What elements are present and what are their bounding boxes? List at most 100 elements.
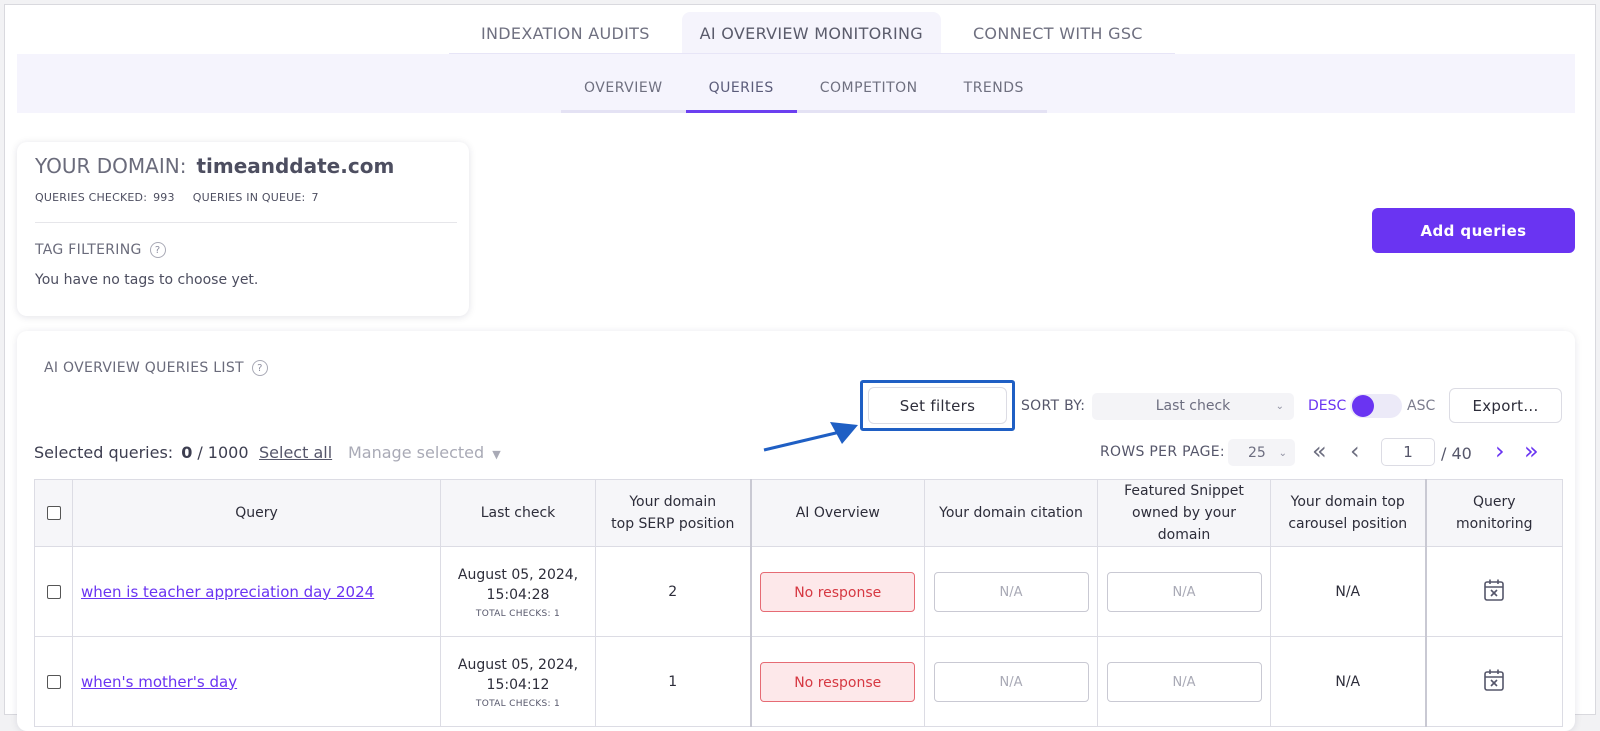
caret-down-icon: ▼ bbox=[492, 448, 501, 461]
set-filters-button[interactable]: Set filters bbox=[868, 387, 1007, 424]
total-checks: TOTAL CHECKS: 1 bbox=[475, 698, 561, 709]
select-all-checkbox[interactable] bbox=[46, 506, 61, 520]
last-check-cell: August 05, 2024, 15:04:12 TOTAL CHECKS: … bbox=[440, 636, 596, 727]
header-last-check[interactable]: Last check bbox=[440, 479, 596, 547]
header-ai-overview[interactable]: AI Overview bbox=[749, 479, 925, 547]
last-check-date: August 05, 2024, bbox=[457, 566, 579, 583]
ai-overview-status-badge[interactable]: No response bbox=[760, 571, 916, 612]
sort-by-label: SORT BY: bbox=[1021, 398, 1086, 414]
last-page-icon[interactable]: » bbox=[1524, 436, 1539, 466]
header-snippet-line1: Featured Snippet bbox=[1124, 483, 1244, 499]
ai-overview-cell: No response bbox=[749, 546, 925, 637]
header-snippet-line2: owned by your domain bbox=[1132, 505, 1236, 543]
queries-list-title-text: AI OVERVIEW QUERIES LIST bbox=[44, 360, 244, 376]
prev-page-icon[interactable]: ‹ bbox=[1350, 436, 1360, 466]
citation-cell: N/A bbox=[924, 546, 1098, 637]
domain-title-label: YOUR DOMAIN: bbox=[35, 154, 187, 178]
calendar-remove-icon[interactable] bbox=[1483, 668, 1505, 692]
sort-order-toggle[interactable] bbox=[1350, 394, 1402, 418]
sort-asc-label[interactable]: ASC bbox=[1407, 398, 1435, 414]
sort-by-select[interactable]: Last check ⌄ bbox=[1092, 393, 1294, 420]
arrow-pointer-icon bbox=[763, 422, 858, 452]
subtab-overview[interactable]: OVERVIEW bbox=[561, 54, 686, 110]
subtab-queries[interactable]: QUERIES bbox=[685, 54, 797, 113]
last-check-cell: August 05, 2024, 15:04:28 TOTAL CHECKS: … bbox=[440, 546, 596, 637]
sub-tabs: OVERVIEW QUERIES COMPETITON TRENDS bbox=[561, 54, 1047, 113]
row-select-cell bbox=[34, 636, 73, 727]
domain-stats: QUERIES CHECKED: 993 QUERIES IN QUEUE: 7 bbox=[35, 191, 337, 204]
ai-overview-status-badge[interactable]: No response bbox=[760, 661, 916, 702]
snippet-cell: N/A bbox=[1097, 636, 1271, 727]
monitoring-cell bbox=[1424, 546, 1563, 637]
selected-queries-label: Selected queries: bbox=[34, 443, 174, 462]
help-icon[interactable]: ? bbox=[251, 360, 268, 376]
header-monitoring-line1: Query bbox=[1472, 494, 1516, 510]
row-checkbox[interactable] bbox=[46, 584, 61, 599]
table-header-row: Query Last check Your domain top SERP pos… bbox=[34, 479, 1563, 547]
header-serp-line2: top SERP position bbox=[611, 516, 735, 532]
citation-cell: N/A bbox=[924, 636, 1098, 727]
rows-per-page-label: ROWS PER PAGE: bbox=[1100, 444, 1225, 460]
header-serp-position[interactable]: Your domain top SERP position bbox=[595, 479, 751, 547]
manage-selected-dropdown[interactable]: Manage selected ▼ bbox=[348, 443, 501, 462]
tag-filtering-label: TAG FILTERING bbox=[35, 242, 142, 258]
rows-per-page-select[interactable]: 25 ⌄ bbox=[1228, 439, 1295, 466]
top-tabs: INDEXATION AUDITS AI OVERVIEW MONITORING… bbox=[449, 12, 1175, 58]
next-page-icon[interactable]: › bbox=[1495, 436, 1505, 466]
header-carousel-line2: carousel position bbox=[1288, 516, 1408, 532]
tag-filtering-empty-text: You have no tags to choose yet. bbox=[35, 272, 259, 288]
tab-ai-overview-monitoring[interactable]: AI OVERVIEW MONITORING bbox=[681, 12, 941, 58]
tab-indexation-audits[interactable]: INDEXATION AUDITS bbox=[449, 12, 682, 58]
header-monitoring-line2: monitoring bbox=[1456, 516, 1533, 532]
carousel-cell: N/A bbox=[1270, 636, 1426, 727]
queries-list-title: AI OVERVIEW QUERIES LIST ? bbox=[44, 360, 268, 376]
page-total: / 40 bbox=[1441, 444, 1472, 463]
subtab-competiton[interactable]: COMPETITON bbox=[797, 54, 941, 110]
last-check-date: August 05, 2024, bbox=[457, 656, 579, 673]
header-snippet[interactable]: Featured Snippet owned by your domain bbox=[1097, 479, 1271, 547]
tab-connect-with-gsc[interactable]: CONNECT WITH GSC bbox=[940, 12, 1175, 58]
header-monitoring[interactable]: Query monitoring bbox=[1424, 479, 1563, 547]
query-cell: when is teacher appreciation day 2024 bbox=[72, 546, 441, 637]
snippet-value: N/A bbox=[1106, 661, 1262, 702]
chevron-down-icon: ⌄ bbox=[1275, 401, 1284, 412]
citation-value: N/A bbox=[933, 661, 1089, 702]
last-check-time: 15:04:12 bbox=[486, 676, 550, 693]
last-check-time: 15:04:28 bbox=[486, 586, 550, 603]
queries-in-queue-value: 7 bbox=[311, 191, 319, 204]
subtab-trends[interactable]: TRENDS bbox=[941, 54, 1047, 110]
sort-by-value: Last check bbox=[1155, 398, 1231, 414]
calendar-remove-icon[interactable] bbox=[1483, 578, 1505, 602]
page-number-input[interactable] bbox=[1381, 438, 1435, 466]
queries-table: Query Last check Your domain top SERP pos… bbox=[34, 479, 1563, 727]
selected-queries: Selected queries: 0 / 1000 bbox=[34, 443, 249, 462]
help-icon[interactable]: ? bbox=[149, 242, 166, 258]
export-button[interactable]: Export... bbox=[1449, 388, 1562, 423]
header-query[interactable]: Query bbox=[72, 479, 441, 547]
sort-desc-label[interactable]: DESC bbox=[1308, 398, 1346, 414]
queries-checked-value: 993 bbox=[153, 191, 175, 204]
monitoring-cell bbox=[1424, 636, 1563, 727]
query-link[interactable]: when is teacher appreciation day 2024 bbox=[81, 583, 374, 601]
header-serp-line1: Your domain bbox=[629, 494, 717, 510]
query-link[interactable]: when's mother's day bbox=[81, 673, 237, 691]
row-checkbox[interactable] bbox=[46, 674, 61, 689]
rows-per-page-value: 25 bbox=[1248, 445, 1266, 461]
table-row: when is teacher appreciation day 2024 Au… bbox=[34, 546, 1563, 637]
queries-in-queue-label: QUERIES IN QUEUE: bbox=[192, 191, 306, 204]
first-page-icon[interactable]: « bbox=[1312, 436, 1327, 466]
header-select bbox=[34, 479, 73, 547]
manage-selected-label: Manage selected bbox=[348, 443, 485, 462]
add-queries-button[interactable]: Add queries bbox=[1372, 208, 1575, 253]
select-all-link[interactable]: Select all bbox=[259, 443, 332, 462]
row-select-cell bbox=[34, 546, 73, 637]
domain-name: timeanddate.com bbox=[196, 154, 395, 178]
header-citation[interactable]: Your domain citation bbox=[924, 479, 1098, 547]
serp-position-cell: 2 bbox=[595, 546, 751, 637]
header-carousel[interactable]: Your domain top carousel position bbox=[1270, 479, 1426, 547]
domain-title: YOUR DOMAIN: timeanddate.com bbox=[35, 154, 394, 178]
snippet-value: N/A bbox=[1106, 571, 1262, 612]
selected-queries-count: 0 bbox=[181, 443, 193, 462]
serp-position-cell: 1 bbox=[595, 636, 751, 727]
snippet-cell: N/A bbox=[1097, 546, 1271, 637]
